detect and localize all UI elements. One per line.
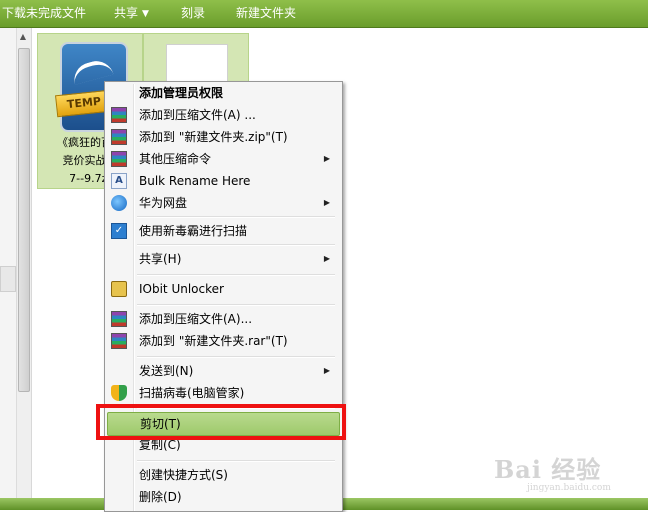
- menu-item-label: 发送到(N): [139, 364, 194, 378]
- menu-item-send-to[interactable]: 发送到(N) ▶: [107, 360, 338, 382]
- submenu-arrow-icon: ▶: [323, 154, 330, 163]
- menu-separator: [137, 304, 335, 306]
- chevron-down-icon: ▼: [142, 9, 149, 19]
- context-menu: 添加管理员权限 添加到压缩文件(A) ... 添加到 "新建文件夹.zip"(T…: [104, 81, 343, 512]
- winrar-icon: [111, 107, 127, 123]
- menu-item-label: Bulk Rename Here: [139, 174, 251, 188]
- menu-item-label: 删除(D): [139, 490, 182, 504]
- menu-item-tencent-virus-scan[interactable]: 扫描病毒(电脑管家): [107, 382, 338, 404]
- toolbar-burn-button[interactable]: 刻录: [181, 0, 205, 27]
- menu-item-label: 添加到 "新建文件夹.zip"(T): [139, 130, 288, 144]
- winrar-icon: [111, 333, 127, 349]
- highlight-annotation-box: [96, 404, 346, 440]
- toolbar-new-folder-button[interactable]: 新建文件夹: [236, 0, 296, 27]
- scrollbar-thumb[interactable]: [18, 48, 30, 392]
- menu-item-huawei-cloud[interactable]: 华为网盘 ▶: [107, 192, 338, 214]
- menu-separator: [137, 356, 335, 358]
- menu-item-share[interactable]: 共享(H) ▶: [107, 248, 338, 270]
- menu-item-label: 添加到 "新建文件夹.rar"(T): [139, 334, 288, 348]
- huawei-cloud-icon: [111, 195, 127, 211]
- menu-item-add-admin-rights[interactable]: 添加管理员权限: [107, 82, 338, 104]
- menu-separator: [137, 460, 335, 462]
- menu-item-label: 扫描病毒(电脑管家): [139, 386, 245, 400]
- menu-item-label: 创建快捷方式(S): [139, 468, 228, 482]
- submenu-arrow-icon: ▶: [323, 366, 330, 375]
- menu-item-label: 使用新毒霸进行扫描: [139, 224, 248, 238]
- menu-item-add-to-archive[interactable]: 添加到压缩文件(A) ...: [107, 104, 338, 126]
- menu-item-iobit-unlocker[interactable]: IObit Unlocker: [107, 278, 338, 300]
- submenu-arrow-icon: ▶: [323, 254, 330, 263]
- menu-item-bulk-rename[interactable]: A Bulk Rename Here: [107, 170, 338, 192]
- winrar-icon: [111, 311, 127, 327]
- menu-item-label: 共享(H): [139, 252, 182, 266]
- toolbar-share-button[interactable]: 共享 ▼: [114, 0, 149, 27]
- toolbar-incomplete-downloads[interactable]: 下载未完成文件: [2, 0, 86, 27]
- menu-item-delete[interactable]: 删除(D): [107, 486, 338, 508]
- menu-item-add-to-zip[interactable]: 添加到 "新建文件夹.zip"(T): [107, 126, 338, 148]
- menu-item-label: IObit Unlocker: [139, 282, 224, 296]
- menu-item-label: 华为网盘: [139, 196, 188, 210]
- duba-antivirus-icon: ✓: [111, 223, 127, 239]
- toolbar-share-label: 共享: [114, 6, 139, 20]
- bulk-rename-icon: A: [111, 173, 127, 189]
- winrar-icon: [111, 151, 127, 167]
- menu-item-other-compress-commands[interactable]: 其他压缩命令 ▶: [107, 148, 338, 170]
- menu-item-label: 添加到压缩文件(A)...: [139, 312, 253, 326]
- menu-separator: [137, 274, 335, 276]
- menu-item-create-shortcut[interactable]: 创建快捷方式(S): [107, 464, 338, 486]
- scroll-up-arrow-icon[interactable]: ▲: [16, 30, 30, 44]
- tencent-manager-shield-icon: [111, 385, 127, 401]
- menu-item-label: 添加管理员权限: [139, 86, 224, 100]
- menu-item-add-to-archive-2[interactable]: 添加到压缩文件(A)...: [107, 308, 338, 330]
- menu-item-label: 添加到压缩文件(A) ...: [139, 108, 256, 122]
- menu-item-add-to-rar[interactable]: 添加到 "新建文件夹.rar"(T): [107, 330, 338, 352]
- baidu-jingyan-watermark: Bai 经验 jingyan.baidu.com: [494, 450, 644, 493]
- winrar-icon: [111, 129, 127, 145]
- menu-item-duba-scan[interactable]: ✓ 使用新毒霸进行扫描: [107, 220, 338, 242]
- explorer-toolbar: 下载未完成文件 共享 ▼ 刻录 新建文件夹: [0, 0, 648, 28]
- submenu-arrow-icon: ▶: [323, 198, 330, 207]
- navigation-pane-tab[interactable]: [0, 266, 16, 292]
- menu-separator: [137, 244, 335, 246]
- unlocker-lock-icon: [111, 281, 127, 297]
- menu-separator: [137, 216, 335, 218]
- watermark-logo-text: Bai 经验: [494, 455, 602, 484]
- menu-item-label: 其他压缩命令: [139, 152, 212, 166]
